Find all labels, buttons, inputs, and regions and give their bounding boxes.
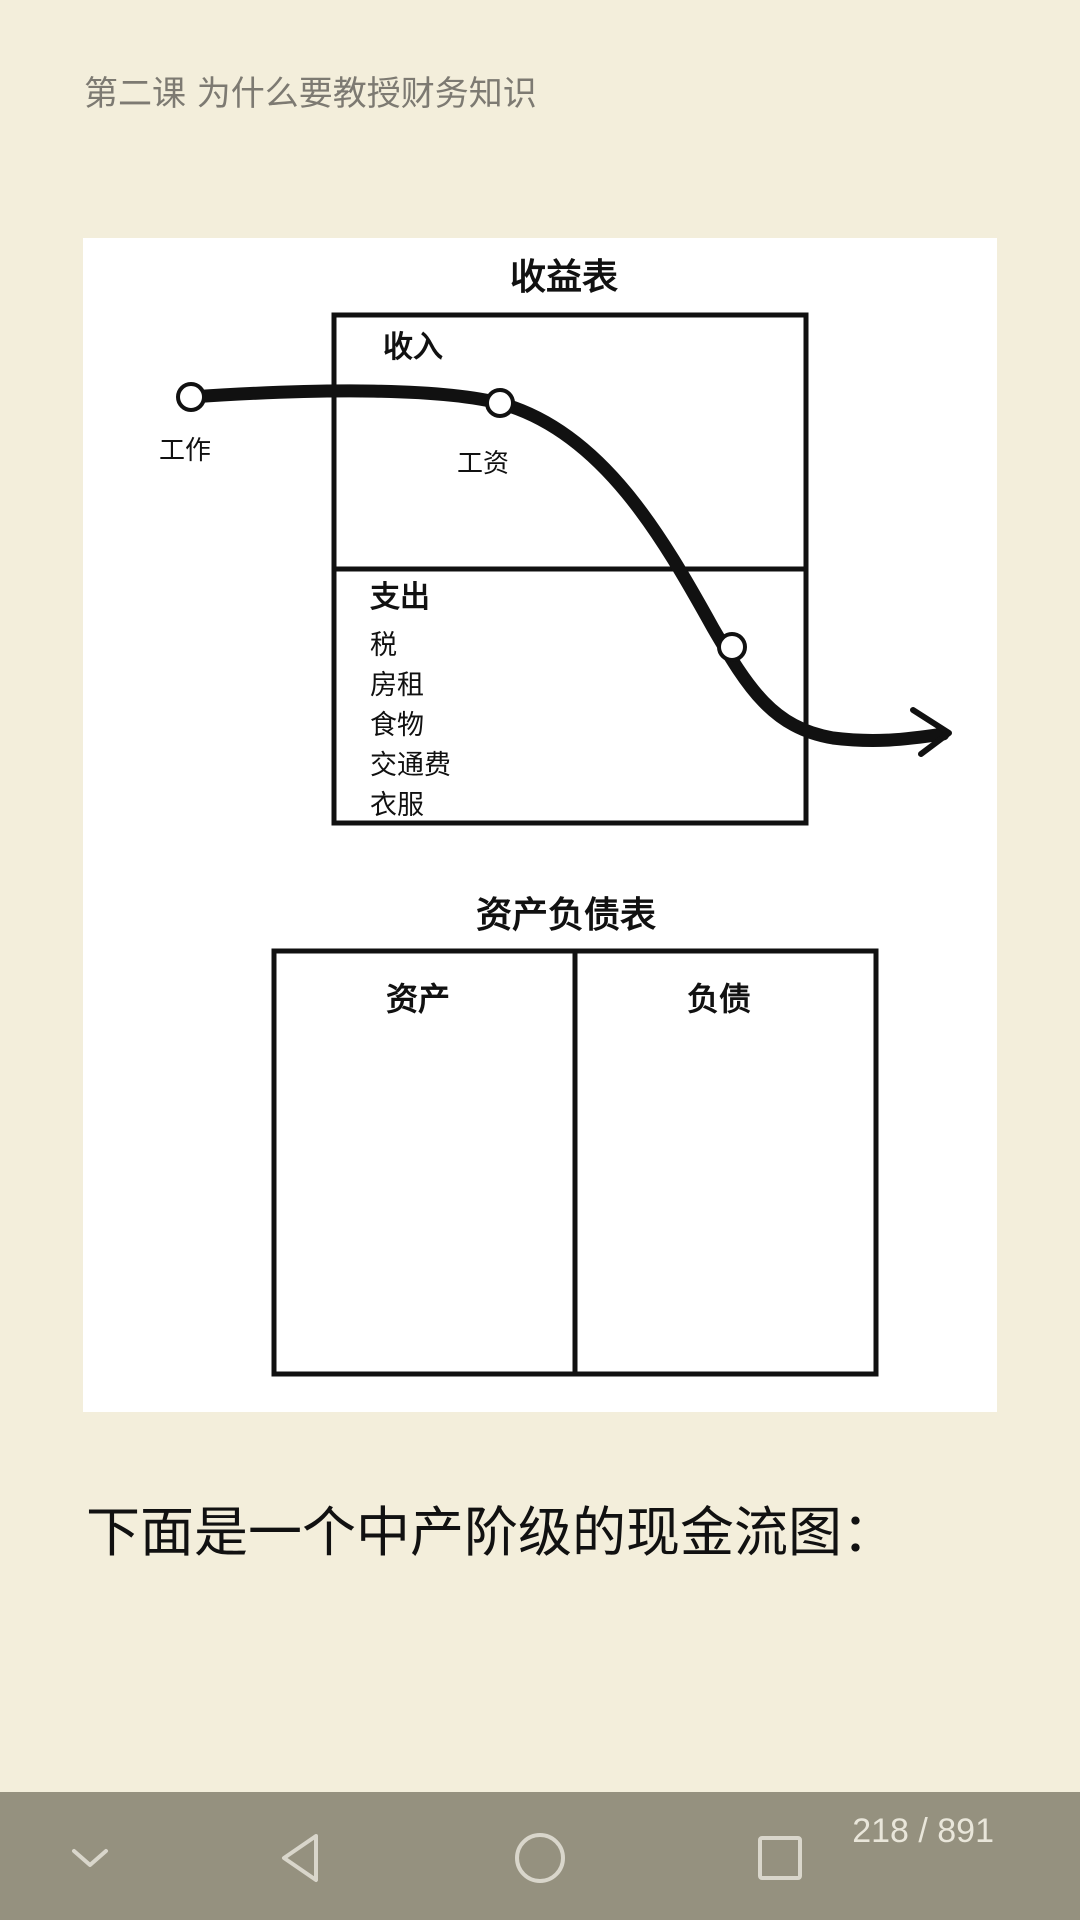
recents-square-icon[interactable]	[748, 1826, 812, 1890]
chapter-title: 第二课 为什么要教授财务知识	[84, 74, 537, 114]
assets-label: 资产	[386, 980, 451, 1018]
body-paragraph: 下面是一个中产阶级的现金流图：	[86, 1501, 896, 1564]
salary-node	[485, 388, 515, 418]
expense-list: 税 房租 食物 交通费 衣服	[370, 626, 451, 826]
expense-item: 衣服	[370, 790, 424, 821]
cashflow-arrow-stroke	[184, 384, 950, 748]
income-label: 收入	[383, 330, 443, 365]
expense-item: 食物	[370, 710, 424, 741]
cashflow-figure: 收益表 收入 工作 工资 支出 税 房租 食物 交通费 衣服 资产负债表 资产 …	[83, 238, 997, 1412]
balance-sheet-title: 资产负债表	[476, 895, 657, 936]
expense-item: 税	[370, 630, 397, 661]
expense-item: 交通费	[370, 750, 451, 781]
home-circle-icon[interactable]	[508, 1826, 572, 1890]
salary-label: 工资	[457, 449, 510, 479]
work-node	[176, 382, 206, 412]
expense-node	[717, 632, 747, 662]
chevron-down-icon[interactable]	[58, 1826, 122, 1890]
navigation-bar: 218 / 891	[0, 1792, 1080, 1920]
page-counter: 218 / 891	[852, 1812, 994, 1850]
income-statement-title: 收益表	[510, 257, 619, 298]
liabilities-label: 负债	[687, 980, 752, 1018]
back-triangle-icon[interactable]	[268, 1826, 332, 1890]
expense-item: 房租	[370, 670, 424, 701]
figure-drawing	[176, 312, 952, 1377]
work-label: 工作	[159, 436, 212, 466]
expense-label: 支出	[370, 580, 430, 615]
reader-page: 第二课 为什么要教授财务知识 收益表 收入 工作 工资 支出 税 房租 食物 交…	[0, 0, 1080, 1920]
